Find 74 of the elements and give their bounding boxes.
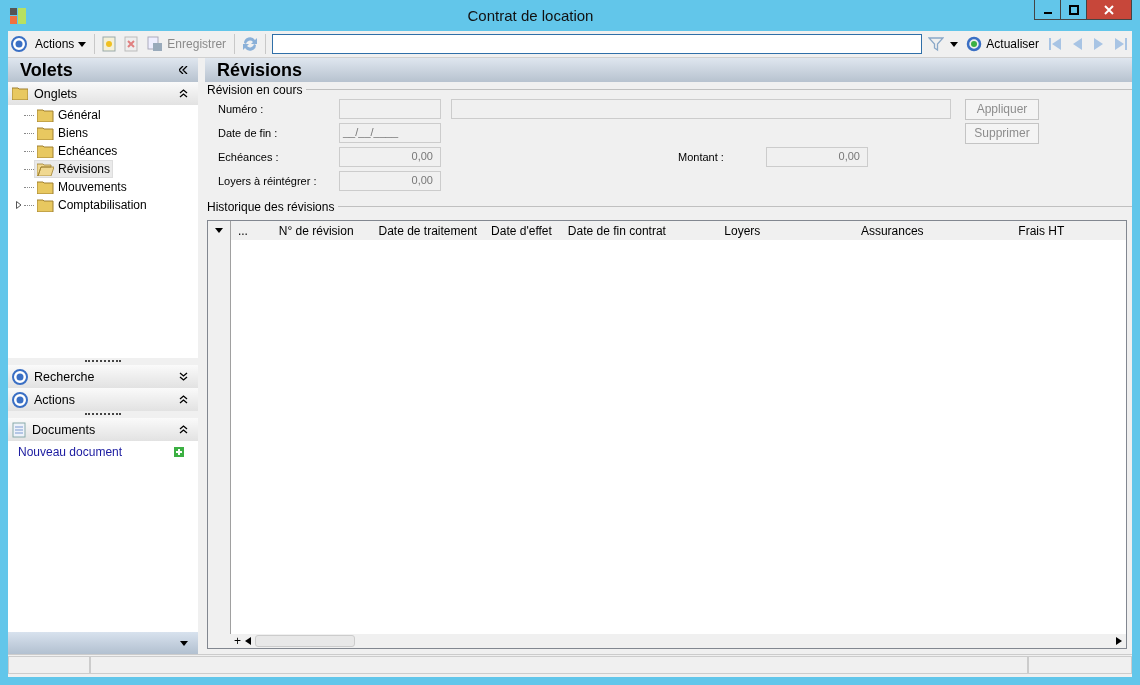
folder-icon [37,198,54,212]
search-field[interactable] [272,34,923,54]
field-label: Echéances : [218,151,280,163]
section-header[interactable]: Actions [8,388,198,411]
close-icon [1104,4,1114,15]
panes-title: Volets [20,59,73,81]
section-title: Documents [32,422,97,437]
chevron-icon[interactable] [179,395,188,404]
collapse-icon[interactable] [179,66,188,74]
installments-field[interactable]: 0,00 [339,147,441,167]
column-header[interactable]: N° de révision [271,223,372,238]
target-icon [12,391,28,408]
folder-icon [12,87,28,100]
section-header[interactable]: Recherche [8,365,198,388]
folder-icon [37,162,54,176]
folder-icon [37,126,54,140]
new-document-link[interactable]: Nouveau document [18,445,123,459]
section-header[interactable]: Onglets [8,82,198,105]
column-header[interactable]: Loyers [717,223,854,238]
chevron-icon[interactable] [179,89,188,98]
column-header[interactable]: ... [230,223,272,238]
field-label: Montant : [678,151,725,163]
chevron-icon[interactable] [179,425,188,434]
rents-field[interactable]: 0,00 [339,171,441,191]
tab-tree-item[interactable]: Biens [34,124,92,142]
window-title: Contrat de location [466,7,595,24]
section-title: Onglets [34,86,79,101]
field-label: Loyers à réintégrer : [218,175,318,187]
tab-tree-item[interactable]: Général [34,106,104,124]
folder-icon [37,108,54,122]
column-header[interactable]: Date de traitement [371,223,485,238]
tab-tree-item[interactable]: Comptabilisation [34,196,150,214]
save-icon [147,36,164,52]
folder-icon [37,144,54,158]
scroll-right-icon[interactable] [1116,637,1122,645]
expand-icon[interactable] [16,201,22,209]
section-header[interactable]: Documents [8,418,198,441]
minimize-button[interactable] [1034,0,1061,20]
column-header[interactable]: Date de fin contrat [560,223,718,238]
page-title: Révisions [217,59,303,81]
minimize-icon [1043,11,1052,14]
refresh-button[interactable]: Actualiser [964,36,1041,52]
column-header[interactable]: Date d'effet [484,223,561,238]
tab-tree-item[interactable]: Mouvements [34,178,130,196]
close-button[interactable] [1086,0,1132,20]
group-title: Révision en cours [207,82,303,97]
caret-icon[interactable] [180,640,188,646]
scroll-left-icon[interactable] [245,637,251,645]
amount-field[interactable]: 0,00 [766,147,868,167]
refresh-icon [966,36,983,52]
target-icon[interactable] [11,36,27,52]
chevron-icon[interactable] [179,372,188,381]
app-icon [10,7,26,24]
folder-icon [37,180,54,194]
maximize-icon [1068,4,1079,15]
tab-tree-item[interactable]: Echéances [34,142,121,160]
add-icon[interactable] [174,447,184,457]
section-title: Recherche [34,369,96,384]
caret-icon[interactable] [214,228,223,233]
end-date-field[interactable]: __/__/____ [339,123,441,143]
tab-tree-item[interactable]: Révisions [34,160,114,178]
group-title: Historique des révisions [207,199,335,214]
add-row-button[interactable]: + [234,635,241,647]
column-header[interactable]: Frais HT [1011,223,1126,238]
column-header[interactable]: Assurances [853,223,1012,238]
section-title: Actions [34,392,76,407]
caret-icon [78,41,87,47]
target-icon [12,368,28,385]
actions-menu-button[interactable]: Actions [33,37,89,51]
caret-icon[interactable] [950,41,959,47]
scroll-thumb[interactable] [255,635,355,647]
field-label: Numéro : [218,103,265,115]
field-label: Date de fin : [218,127,279,139]
document-icon [12,421,26,438]
